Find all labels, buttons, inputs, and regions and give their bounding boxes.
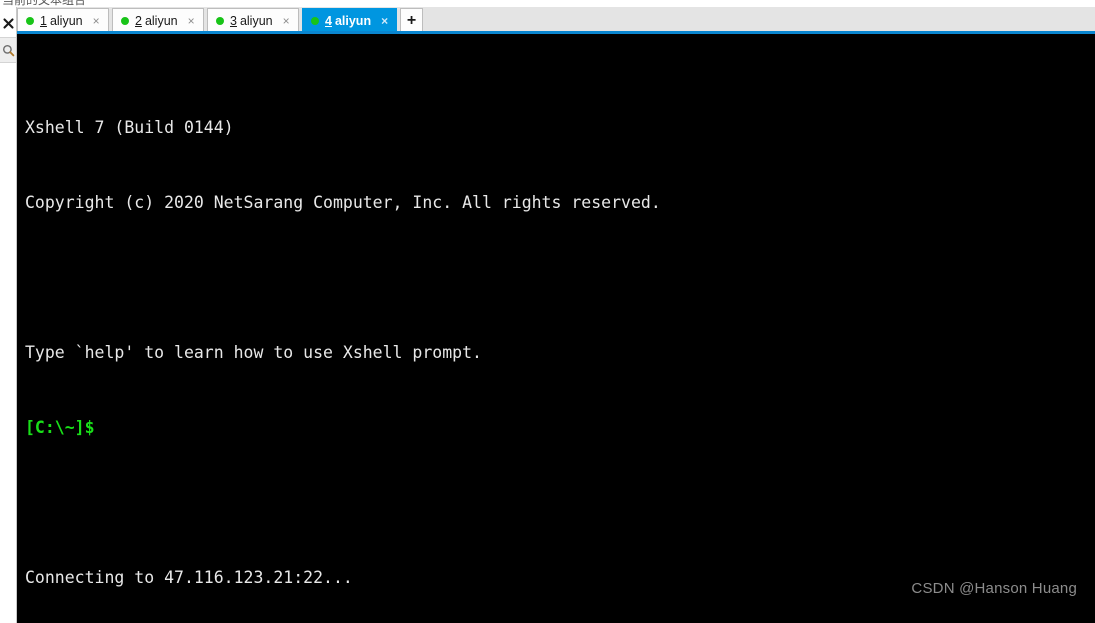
find-button[interactable] <box>0 37 16 63</box>
tab-label: aliyun <box>144 13 178 28</box>
close-session-button[interactable] <box>0 11 16 35</box>
tab-close-icon[interactable]: × <box>93 15 100 27</box>
tab-label: aliyun <box>239 13 273 28</box>
terminal-line: Type `help' to learn how to use Xshell p… <box>25 343 482 362</box>
page-caption-text: 当前的文本组合 <box>2 0 87 7</box>
tab-label: aliyun <box>334 13 372 28</box>
session-tab-bar: 1 aliyun × 2 aliyun × 3 aliyun × 4 aliyu… <box>17 7 1095 32</box>
terminal-line: Xshell 7 (Build 0144) <box>25 118 234 137</box>
tab-aliyun-4[interactable]: 4 aliyun × <box>302 8 397 32</box>
tab-label: aliyun <box>49 13 83 28</box>
tab-status-dot-icon <box>311 16 319 25</box>
new-tab-button[interactable]: + <box>400 8 423 32</box>
page-caption-sliver: 当前的文本组合 <box>0 0 1095 7</box>
terminal-local-prompt: [C:\~]$ <box>25 418 95 437</box>
tab-status-dot-icon <box>121 16 129 25</box>
tab-number: 2 <box>135 13 142 28</box>
terminal-line: Copyright (c) 2020 NetSarang Computer, I… <box>25 193 661 212</box>
tab-number: 1 <box>40 13 47 28</box>
tab-close-icon[interactable]: × <box>381 15 388 27</box>
tab-status-dot-icon <box>216 16 224 25</box>
tab-number: 4 <box>325 13 332 28</box>
tab-number: 3 <box>230 13 237 28</box>
close-icon <box>2 17 14 29</box>
plus-icon: + <box>406 11 417 29</box>
tab-aliyun-3[interactable]: 3 aliyun × <box>207 8 299 32</box>
terminal-output[interactable]: Xshell 7 (Build 0144) Copyright (c) 2020… <box>17 34 1095 623</box>
xshell-window: 当前的文本组合 1 aliyun × 2 aliyun × 3 aliyun ×… <box>0 0 1095 623</box>
watermark: CSDN @Hanson Huang <box>911 580 1077 597</box>
tab-close-icon[interactable]: × <box>188 15 195 27</box>
tab-status-dot-icon <box>26 16 34 25</box>
search-icon <box>2 44 15 57</box>
tab-aliyun-2[interactable]: 2 aliyun × <box>112 8 204 32</box>
tab-aliyun-1[interactable]: 1 aliyun × <box>17 8 109 32</box>
tab-close-icon[interactable]: × <box>283 15 290 27</box>
left-icon-strip <box>0 7 17 623</box>
